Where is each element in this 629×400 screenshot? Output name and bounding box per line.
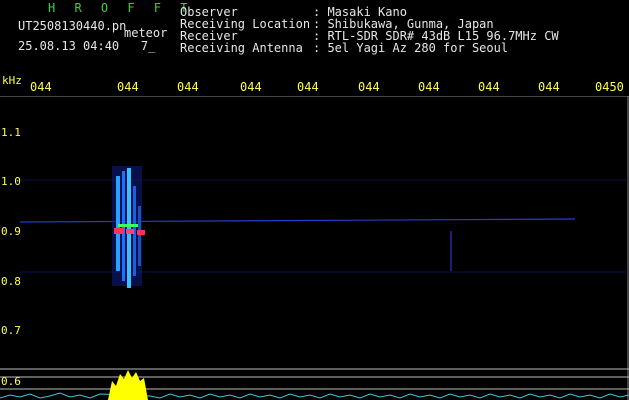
- date-time: 25.08.13 04:40 7_: [18, 40, 155, 52]
- faint-echo: [450, 231, 452, 271]
- time-tick-1: 044: [30, 80, 52, 94]
- meteor-label: meteor: [124, 26, 168, 40]
- time-tick-9: 044: [538, 80, 560, 94]
- date-time-value: 25.08.13 04:40: [18, 39, 120, 53]
- meta-labels: Observer Receiving Location Receiver Receiv…: [180, 6, 310, 54]
- time-tick-2: 044: [117, 80, 139, 94]
- antenna-value: : 5el Yagi Az 280 for Seoul: [313, 41, 509, 55]
- meteor-echo: [112, 166, 145, 288]
- meteor-spectrum-peak: [108, 370, 148, 400]
- frequency-unit-label: kHz: [2, 74, 22, 87]
- antenna-label: Receiving Antenna: [180, 41, 303, 55]
- spectrogram: [0, 96, 629, 400]
- time-tick-7: 044: [418, 80, 440, 94]
- time-tick-5: 044: [297, 80, 319, 94]
- spectrum-trace: [0, 392, 629, 399]
- program-title: H R O F F T: [48, 1, 194, 15]
- time-tick-10: 0450: [595, 80, 624, 94]
- time-tick-4: 044: [240, 80, 262, 94]
- time-tick-3: 044: [177, 80, 199, 94]
- file-name: UT2508130440.pn: [18, 19, 127, 33]
- time-tick-8: 044: [478, 80, 500, 94]
- meta-values: : Masaki Kano: Shibukawa, Gunma, Japan: …: [313, 6, 559, 54]
- time-tick-6: 044: [358, 80, 380, 94]
- frame-index: 7_: [140, 39, 156, 53]
- carrier-trace: [19, 218, 576, 223]
